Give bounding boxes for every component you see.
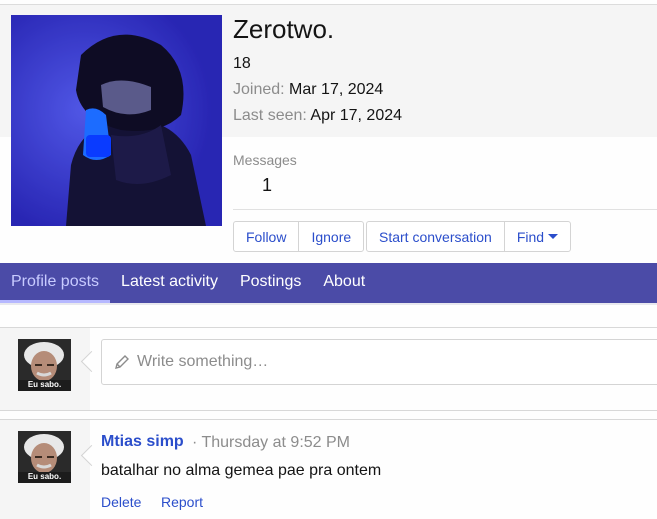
profile-header: Zerotwo. 18 Joined: Mar 17, 2024 Last se… (0, 0, 657, 256)
write-something-input[interactable] (135, 352, 639, 372)
chevron-down-icon (548, 234, 559, 239)
profile-age: 18 (233, 55, 251, 73)
post-timestamp[interactable]: · Thursday at 9:52 PM (192, 434, 350, 452)
profile-avatar[interactable] (11, 15, 222, 226)
profile-username: Zerotwo. (233, 14, 335, 44)
follow-button[interactable]: Follow (234, 222, 300, 251)
follow-ignore-group: Follow Ignore (233, 221, 365, 252)
joined-label: Joined: (233, 81, 285, 98)
find-button[interactable]: Find (505, 222, 570, 251)
post-avatar-column: Eu sabo. (0, 420, 90, 519)
profile-age-value: 18 (233, 55, 251, 72)
tab-latest-activity[interactable]: Latest activity (110, 263, 229, 303)
composer-avatar-column: Eu sabo. (0, 328, 90, 410)
current-user-avatar[interactable]: Eu sabo. (18, 339, 71, 391)
tab-postings[interactable]: Postings (229, 263, 312, 303)
profile-post-composer: Eu sabo. (0, 327, 657, 411)
divider (233, 209, 657, 210)
tab-profile-posts[interactable]: Profile posts (0, 263, 111, 303)
start-conversation-button[interactable]: Start conversation (367, 222, 505, 251)
avatar-caption: Eu sabo. (27, 472, 62, 481)
tabs-divider (0, 303, 657, 305)
tab-about[interactable]: About (312, 263, 376, 303)
last-seen-value[interactable]: Apr 17, 2024 (310, 107, 402, 124)
post-author-link[interactable]: Mtias simp (101, 433, 184, 451)
messages-label: Messages (233, 152, 297, 168)
find-label: Find (516, 228, 545, 245)
messages-count[interactable]: 1 (262, 175, 272, 196)
report-link[interactable]: Report (161, 494, 203, 510)
joined-value: Mar 17, 2024 (289, 81, 384, 98)
pencil-icon (115, 355, 129, 369)
avatar-caption: Eu sabo. (27, 380, 62, 389)
profile-joined: Joined: Mar 17, 2024 (233, 81, 383, 99)
write-something-box[interactable] (101, 339, 657, 385)
conversation-find-group: Start conversation Find (366, 221, 572, 252)
profile-post: Eu sabo. Mtias simp · Thursday at 9:52 P… (0, 419, 657, 519)
profile-last-seen: Last seen: Apr 17, 2024 (233, 107, 402, 125)
ignore-button[interactable]: Ignore (299, 222, 363, 251)
profile-tabs: Profile posts Latest activity Postings A… (0, 263, 657, 303)
delete-link[interactable]: Delete (101, 494, 141, 510)
post-body: batalhar no alma gemea pae pra ontem (101, 462, 382, 479)
post-author-avatar[interactable]: Eu sabo. (18, 431, 71, 483)
last-seen-label: Last seen: (233, 107, 307, 124)
